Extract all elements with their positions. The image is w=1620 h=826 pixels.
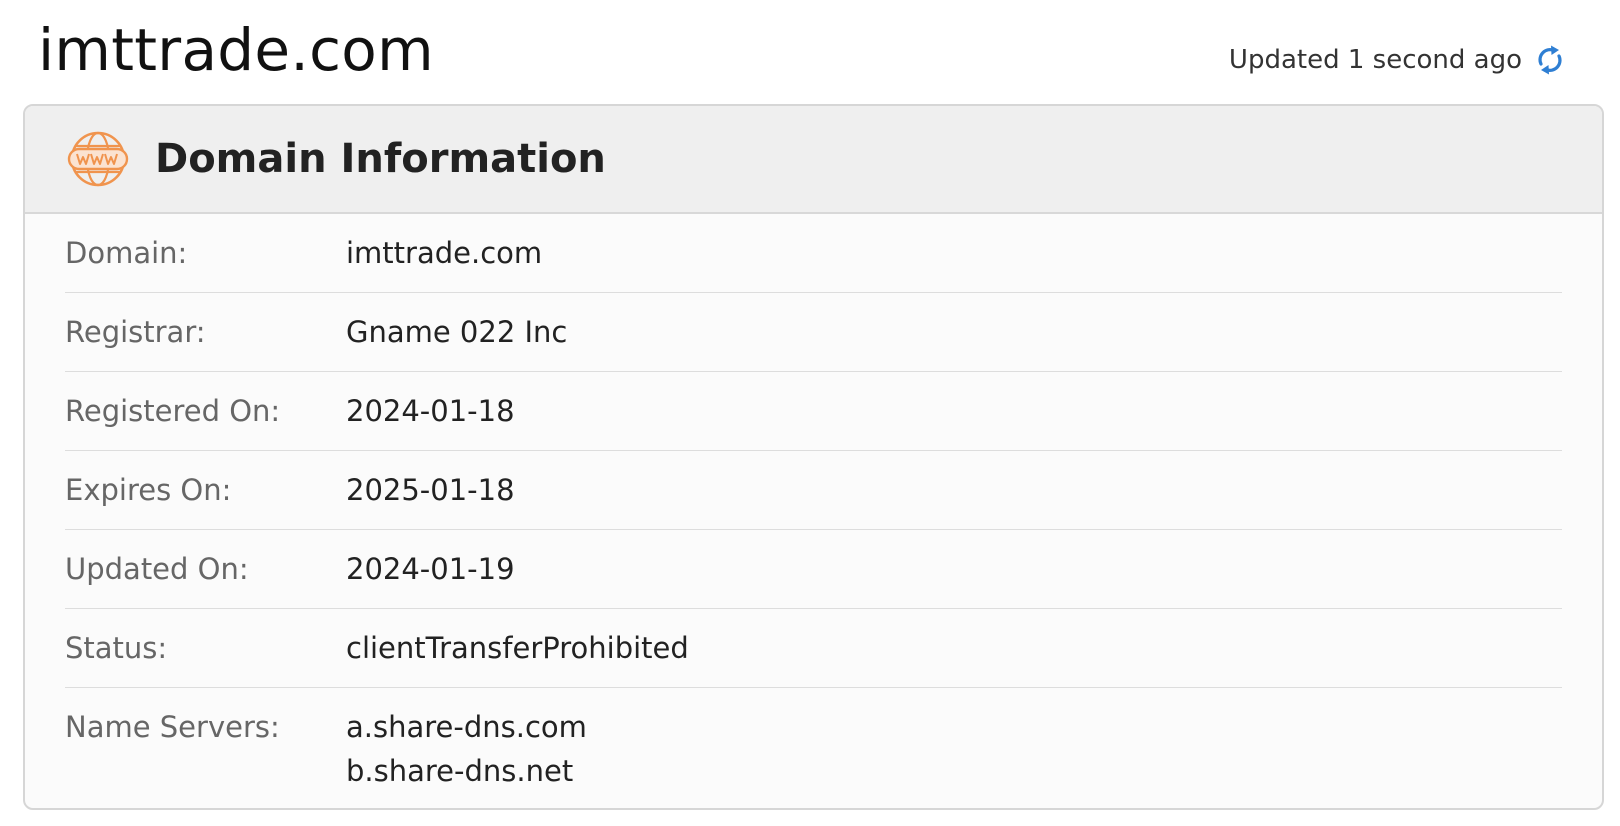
row-expires-on: Expires On: 2025-01-18 bbox=[65, 451, 1562, 530]
page-header: imttrade.com Updated 1 second ago bbox=[0, 0, 1620, 104]
domain-information-card: Domain Information Domain: imttrade.com … bbox=[23, 104, 1604, 810]
www-globe-icon bbox=[67, 128, 129, 190]
row-name-servers: Name Servers: a.share-dns.com b.share-dn… bbox=[65, 688, 1562, 808]
row-label: Registrar: bbox=[65, 315, 206, 349]
row-updated-on: Updated On: 2024-01-19 bbox=[65, 530, 1562, 609]
update-status: Updated 1 second ago bbox=[1229, 38, 1568, 82]
name-server: a.share-dns.com bbox=[346, 710, 587, 744]
row-label: Expires On: bbox=[65, 473, 232, 507]
row-label: Status: bbox=[65, 631, 168, 665]
row-registrar: Registrar: Gname 022 Inc bbox=[65, 293, 1562, 372]
row-label: Name Servers: bbox=[65, 710, 280, 744]
row-registered-on: Registered On: 2024-01-18 bbox=[65, 372, 1562, 451]
row-value: imttrade.com bbox=[346, 236, 543, 270]
row-value: clientTransferProhibited bbox=[346, 631, 689, 665]
row-value: Gname 022 Inc bbox=[346, 315, 568, 349]
row-value: 2025-01-18 bbox=[346, 473, 515, 507]
row-value: 2024-01-19 bbox=[346, 552, 515, 586]
refresh-icon[interactable] bbox=[1532, 42, 1568, 78]
card-header: Domain Information bbox=[25, 106, 1602, 214]
row-label: Registered On: bbox=[65, 394, 281, 428]
card-title: Domain Information bbox=[155, 136, 606, 182]
row-value: 2024-01-18 bbox=[346, 394, 515, 428]
domain-info-list: Domain: imttrade.com Registrar: Gname 02… bbox=[65, 214, 1562, 808]
row-label: Domain: bbox=[65, 236, 188, 270]
updated-text: Updated 1 second ago bbox=[1228, 45, 1522, 75]
row-label: Updated On: bbox=[65, 552, 249, 586]
name-server: b.share-dns.net bbox=[346, 754, 574, 788]
page-title: imttrade.com bbox=[38, 16, 434, 84]
row-domain: Domain: imttrade.com bbox=[65, 214, 1562, 293]
name-server-list: a.share-dns.com b.share-dns.net bbox=[346, 708, 587, 790]
row-status: Status: clientTransferProhibited bbox=[65, 609, 1562, 688]
